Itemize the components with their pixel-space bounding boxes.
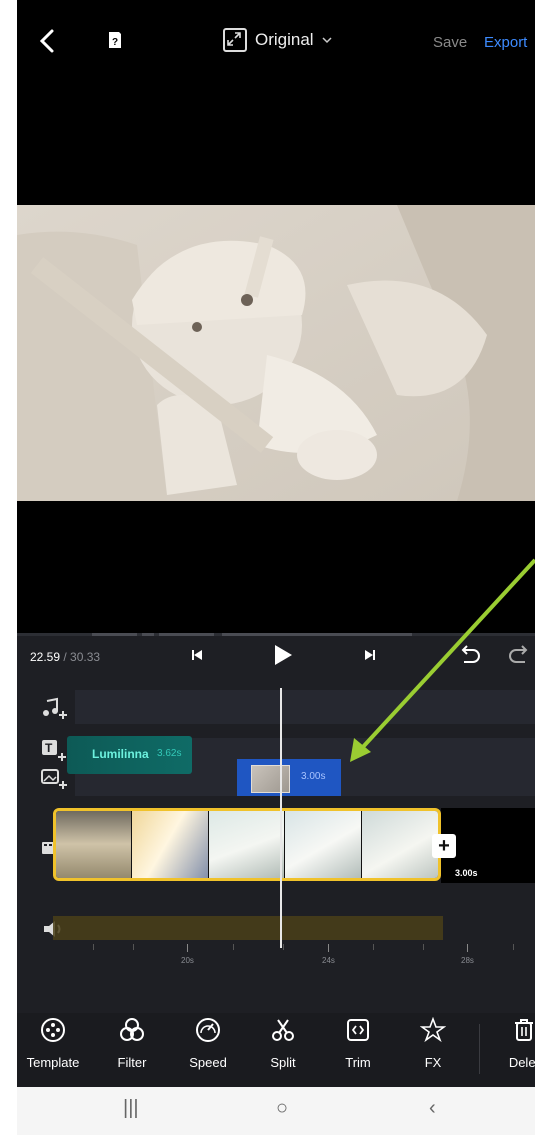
filter-button[interactable]: Filter: [97, 1017, 167, 1070]
playhead[interactable]: [280, 688, 282, 948]
fx-icon: [420, 1017, 446, 1043]
total-time: / 30.33: [60, 650, 101, 664]
split-button[interactable]: Split: [248, 1017, 318, 1070]
svg-text:?: ?: [112, 37, 118, 48]
text-clip-label: Lumilinna: [92, 747, 149, 761]
scissors-icon: [272, 1019, 294, 1041]
audio-waveform[interactable]: [53, 916, 443, 940]
image-overlay-clip[interactable]: 3.00s: [237, 759, 341, 796]
help-icon[interactable]: ?: [107, 30, 123, 50]
video-frame: [56, 811, 133, 878]
aspect-label: Original: [255, 30, 314, 49]
export-button[interactable]: Export: [484, 34, 527, 51]
delete-button[interactable]: Delet: [489, 1017, 535, 1070]
save-button[interactable]: Save: [433, 34, 467, 51]
text-clip-duration: 3.62s: [157, 748, 182, 759]
system-nav-bar: ||| ○ ‹: [17, 1087, 535, 1135]
music-track[interactable]: [75, 690, 535, 724]
timeline-ruler: 20s 24s 28s: [53, 944, 535, 974]
resize-icon: [223, 28, 247, 52]
speed-label: Speed: [189, 1055, 227, 1070]
split-label: Split: [270, 1055, 296, 1070]
tool-divider: [479, 1024, 480, 1074]
add-text-icon[interactable]: T: [41, 738, 67, 762]
ruler-label: 24s: [322, 956, 335, 965]
time-display: 22.59 / 30.33: [30, 650, 100, 664]
svg-text:T: T: [45, 741, 53, 755]
top-bar: ? Original Save Export: [17, 0, 535, 82]
video-clip-duration: 3.00s: [455, 868, 478, 878]
image-clip-thumbnail: [251, 765, 290, 793]
aspect-ratio-selector[interactable]: Original: [223, 28, 332, 52]
speed-button[interactable]: Speed: [173, 1017, 243, 1070]
trim-icon: [347, 1019, 369, 1041]
video-frame: [208, 811, 286, 878]
skip-forward-icon[interactable]: [363, 648, 377, 662]
back-icon[interactable]: [37, 28, 59, 54]
text-clip[interactable]: Lumilinna 3.62s: [67, 736, 243, 778]
template-button[interactable]: Template: [18, 1017, 88, 1070]
template-label: Template: [26, 1055, 80, 1070]
chevron-down-icon: [322, 37, 332, 44]
fx-label: FX: [424, 1055, 442, 1070]
preview-progress-bar: [17, 633, 535, 636]
video-preview[interactable]: [17, 205, 535, 501]
ruler-label: 28s: [461, 956, 474, 965]
home-icon[interactable]: ○: [276, 1097, 288, 1120]
delete-label: Delet: [508, 1055, 535, 1070]
filter-icon: [120, 1018, 144, 1041]
play-icon[interactable]: [272, 643, 294, 667]
redo-icon[interactable]: [507, 644, 531, 666]
app-screen: ? Original Save Export 22.59 / 30.33 T L…: [17, 0, 535, 1135]
add-clip-button[interactable]: +: [432, 834, 456, 858]
undo-icon[interactable]: [458, 644, 482, 666]
video-frame: [285, 811, 362, 878]
add-music-icon[interactable]: [41, 697, 67, 721]
template-icon: [41, 1018, 65, 1042]
trim-button[interactable]: Trim: [323, 1017, 393, 1070]
ruler-label: 20s: [181, 956, 194, 965]
preview-frame-image: [17, 205, 535, 501]
add-image-icon[interactable]: [41, 767, 67, 791]
speed-icon: [196, 1018, 220, 1042]
recent-apps-icon[interactable]: |||: [123, 1097, 139, 1120]
skip-back-icon[interactable]: [190, 648, 204, 662]
video-frame: [132, 811, 209, 878]
nav-back-icon[interactable]: ‹: [429, 1097, 436, 1120]
filter-label: Filter: [117, 1055, 147, 1070]
current-time: 22.59: [30, 650, 61, 664]
trim-label: Trim: [345, 1055, 371, 1070]
image-clip-duration: 3.00s: [301, 771, 326, 782]
video-clip[interactable]: [53, 808, 441, 881]
video-frame: [361, 811, 438, 878]
fx-button[interactable]: FX: [398, 1017, 468, 1070]
trash-icon: [515, 1019, 533, 1041]
